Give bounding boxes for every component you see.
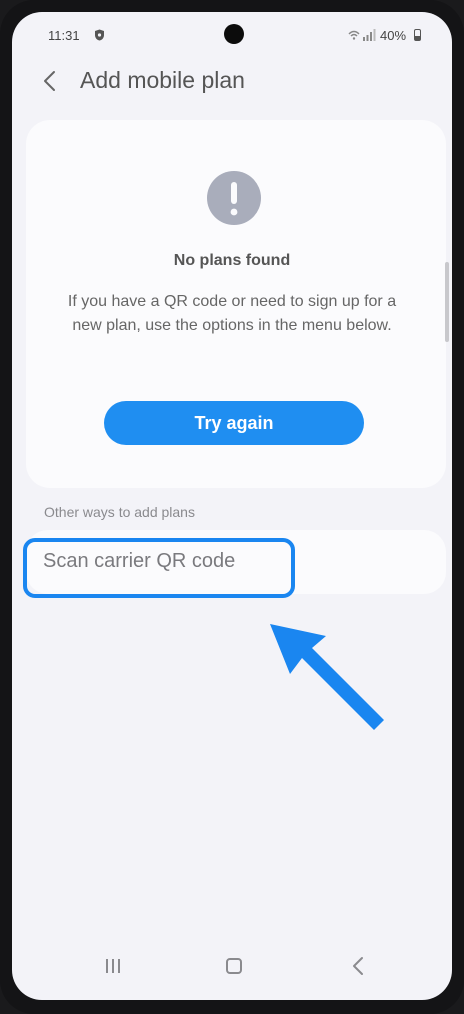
page-title: Add mobile plan	[80, 67, 245, 93]
exclamation-circle-icon	[207, 171, 261, 225]
status-time: 11:31	[48, 28, 80, 43]
front-camera	[224, 24, 244, 44]
home-icon[interactable]	[226, 958, 242, 974]
signal-icon	[348, 29, 376, 41]
section-label-other-ways: Other ways to add plans	[44, 504, 195, 520]
scrollbar[interactable]	[445, 262, 449, 342]
phone-screen: 11:31 40% Add mobile plan No plans found…	[12, 12, 452, 1000]
highlight-box	[23, 538, 295, 598]
empty-state-heading: No plans found	[173, 252, 291, 269]
empty-state-message: If you have a QR code or need to sign up…	[67, 293, 397, 334]
battery-icon	[414, 29, 421, 41]
battery-percentage: 40%	[380, 28, 407, 43]
pointer-arrow-icon	[270, 624, 384, 730]
chevron-left-icon[interactable]	[42, 70, 58, 92]
recents-icon[interactable]	[104, 958, 122, 974]
try-again-button[interactable]: Try again	[104, 401, 364, 445]
back-icon[interactable]	[352, 956, 364, 976]
shield-icon	[95, 29, 104, 41]
